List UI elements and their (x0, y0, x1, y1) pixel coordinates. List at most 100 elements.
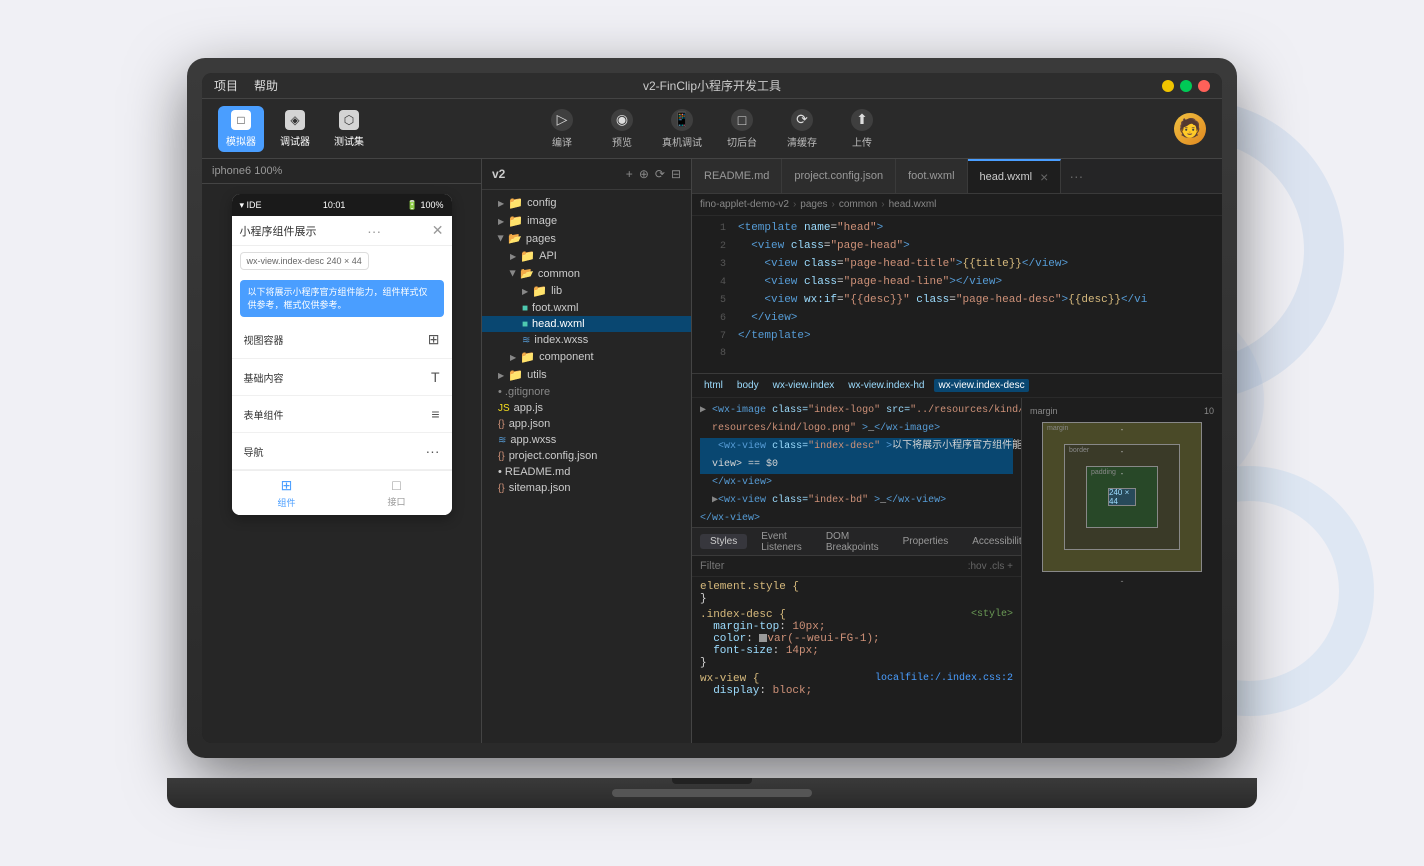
tree-item-app-js[interactable]: JS app.js (482, 400, 691, 416)
phone-status-right: 🔋 100% (407, 200, 444, 211)
tree-item-image[interactable]: ▶ 📁 image (482, 212, 691, 230)
tab-readme[interactable]: README.md (692, 159, 782, 194)
phone-tab-component[interactable]: ⊞ 组件 (232, 471, 342, 515)
html-bc-wx-view-index-desc[interactable]: wx-view.index-desc (934, 379, 1028, 392)
tree-item-app-json[interactable]: {} app.json (482, 416, 691, 432)
tree-item-gitignore[interactable]: • .gitignore (482, 384, 691, 400)
tree-item-utils[interactable]: ▶ 📁 utils (482, 366, 691, 384)
tree-item-readme[interactable]: • README.md (482, 464, 691, 480)
toolbar-btn-testset[interactable]: ⬡ 测试集 (326, 106, 372, 152)
interface-tab-label: 接口 (387, 495, 405, 508)
wxss-file-icon: ≋ (522, 335, 530, 346)
toolbar-btn-simulator[interactable]: □ 模拟器 (218, 106, 264, 152)
event-listeners-tab[interactable]: Event Listeners (751, 529, 812, 555)
tree-item-app-wxss[interactable]: ≋ app.wxss (482, 432, 691, 448)
phone-close-icon[interactable]: ✕ (432, 222, 444, 239)
tree-item-head-wxml[interactable]: ■ head.wxml (482, 316, 691, 332)
user-avatar[interactable]: 🧑 (1174, 113, 1206, 145)
filetree-panel: v2 + ⊕ ⟳ ⊟ ▶ 📁 (482, 159, 692, 743)
style-link[interactable]: localfile:/.index.css:2 (875, 673, 1013, 684)
phone-nav-basic-label: 基础内容 (244, 370, 284, 385)
tree-item-label: app.json (509, 418, 551, 430)
tab-label: README.md (704, 170, 769, 182)
toolbar-device-debug[interactable]: 📱 真机调试 (662, 109, 702, 149)
window-controls (1162, 80, 1210, 92)
breadcrumb-part-3: head.wxml (889, 199, 937, 210)
properties-tab[interactable]: Properties (893, 534, 959, 549)
phone-nav-view[interactable]: 视图容器 ⊞ (232, 321, 452, 359)
tab-foot-wxml[interactable]: foot.wxml (896, 159, 967, 194)
laptop-base (167, 778, 1257, 808)
styles-tab[interactable]: Styles (700, 534, 747, 549)
close-button[interactable] (1198, 80, 1210, 92)
html-bc-wx-view-index[interactable]: wx-view.index (769, 379, 839, 392)
chevron-open-icon: ▶ (509, 270, 518, 276)
toolbar-background[interactable]: □ 切后台 (722, 109, 762, 149)
tree-item-label: lib (551, 285, 562, 297)
style-rule-index-desc: .index-desc { <style> margin-top: 10px; … (700, 609, 1013, 669)
window-title: v2-FinClip小程序开发工具 (643, 77, 781, 94)
folder-icon: 📁 (508, 368, 523, 382)
maximize-button[interactable] (1180, 80, 1192, 92)
html-tree-line-highlight: <wx-view class="index-desc" >以下将展示小程序官方组… (700, 438, 1013, 456)
phone-bottom-nav: ⊞ 组件 □ 接口 (232, 470, 452, 515)
filetree-header: v2 + ⊕ ⟳ ⊟ (482, 159, 691, 190)
tree-item-index-wxss[interactable]: ≋ index.wxss (482, 332, 691, 348)
dom-breakpoints-tab[interactable]: DOM Breakpoints (816, 529, 889, 555)
toolbar-compile[interactable]: ▷ 编译 (542, 109, 582, 149)
wxml-file-icon: ■ (522, 303, 528, 314)
json-file-icon: {} (498, 451, 505, 462)
html-bc-html[interactable]: html (700, 379, 727, 392)
toolbar-upload[interactable]: ⬆ 上传 (842, 109, 882, 149)
tree-item-pages[interactable]: ▶ 📂 pages (482, 230, 691, 247)
tree-item-sitemap[interactable]: {} sitemap.json (482, 480, 691, 496)
toolbar-clear-cache[interactable]: ⟳ 清缓存 (782, 109, 822, 149)
folder-icon: 📁 (520, 350, 535, 364)
phone-nav-navigate[interactable]: 导航 ··· (232, 433, 452, 470)
phone-nav-basic[interactable]: 基础内容 T (232, 359, 452, 396)
phone-menu-icon[interactable]: ··· (367, 223, 381, 239)
tab-project-config[interactable]: project.config.json (782, 159, 896, 194)
tree-item-label: app.js (514, 402, 543, 414)
new-file-icon[interactable]: + (626, 167, 633, 181)
new-folder-icon[interactable]: ⊕ (639, 167, 649, 181)
phone-frame: ▾ IDE 10:01 🔋 100% 小程序组件展示 ··· ✕ (232, 194, 452, 515)
breadcrumb-sep: › (832, 199, 835, 210)
tree-item-api[interactable]: ▶ 📁 API (482, 247, 691, 265)
main-content: iphone6 100% ▾ IDE 10:01 🔋 100% 小程序 (202, 159, 1222, 743)
code-line: 4 <view class="page-head-line"></view> (692, 276, 1222, 294)
filter-input[interactable] (700, 560, 960, 572)
tab-head-wxml[interactable]: head.wxml × (968, 159, 1062, 194)
preview-label: 预览 (612, 134, 632, 149)
toolbar-preview[interactable]: ◉ 预览 (602, 109, 642, 149)
refresh-icon[interactable]: ⟳ (655, 167, 665, 181)
phone-tab-interface[interactable]: □ 接口 (342, 471, 452, 515)
tree-item-common[interactable]: ▶ 📂 common (482, 265, 691, 282)
tree-item-project-config[interactable]: {} project.config.json (482, 448, 691, 464)
box-model-viz: - margin - border (1042, 422, 1202, 572)
tree-item-label: • README.md (498, 466, 570, 478)
tree-item-component[interactable]: ▶ 📁 component (482, 348, 691, 366)
phone-nav-form[interactable]: 表单组件 ≡ (232, 396, 452, 433)
tree-item-label: project.config.json (509, 450, 598, 462)
tree-item-lib[interactable]: ▶ 📁 lib (482, 282, 691, 300)
html-bc-body[interactable]: body (733, 379, 763, 392)
html-bc-wx-view-index-hd[interactable]: wx-view.index-hd (844, 379, 928, 392)
menu-item-help[interactable]: 帮助 (254, 77, 278, 94)
laptop-container: 项目 帮助 v2-FinClip小程序开发工具 □ 模拟器 (187, 58, 1237, 808)
accessibility-tab[interactable]: Accessibility (962, 534, 1022, 549)
minimize-button[interactable] (1162, 80, 1174, 92)
background-icon: □ (731, 109, 753, 131)
phone-status-bar: ▾ IDE 10:01 🔋 100% (232, 194, 452, 216)
code-area[interactable]: 1 <template name="head"> 2 <view class="… (692, 216, 1222, 373)
tree-item-config[interactable]: ▶ 📁 config (482, 194, 691, 212)
toolbar-btn-debugger[interactable]: ◈ 调试器 (272, 106, 318, 152)
tab-more-icon[interactable]: ··· (1061, 168, 1091, 184)
folder-open-icon: 📂 (520, 267, 534, 280)
tab-close-icon[interactable]: × (1040, 169, 1048, 185)
phone-nav-navigate-icon: ··· (426, 443, 440, 459)
filter-hint: :hov .cls + (968, 561, 1013, 572)
collapse-icon[interactable]: ⊟ (671, 167, 681, 181)
tree-item-foot-wxml[interactable]: ■ foot.wxml (482, 300, 691, 316)
menu-item-project[interactable]: 项目 (214, 77, 238, 94)
